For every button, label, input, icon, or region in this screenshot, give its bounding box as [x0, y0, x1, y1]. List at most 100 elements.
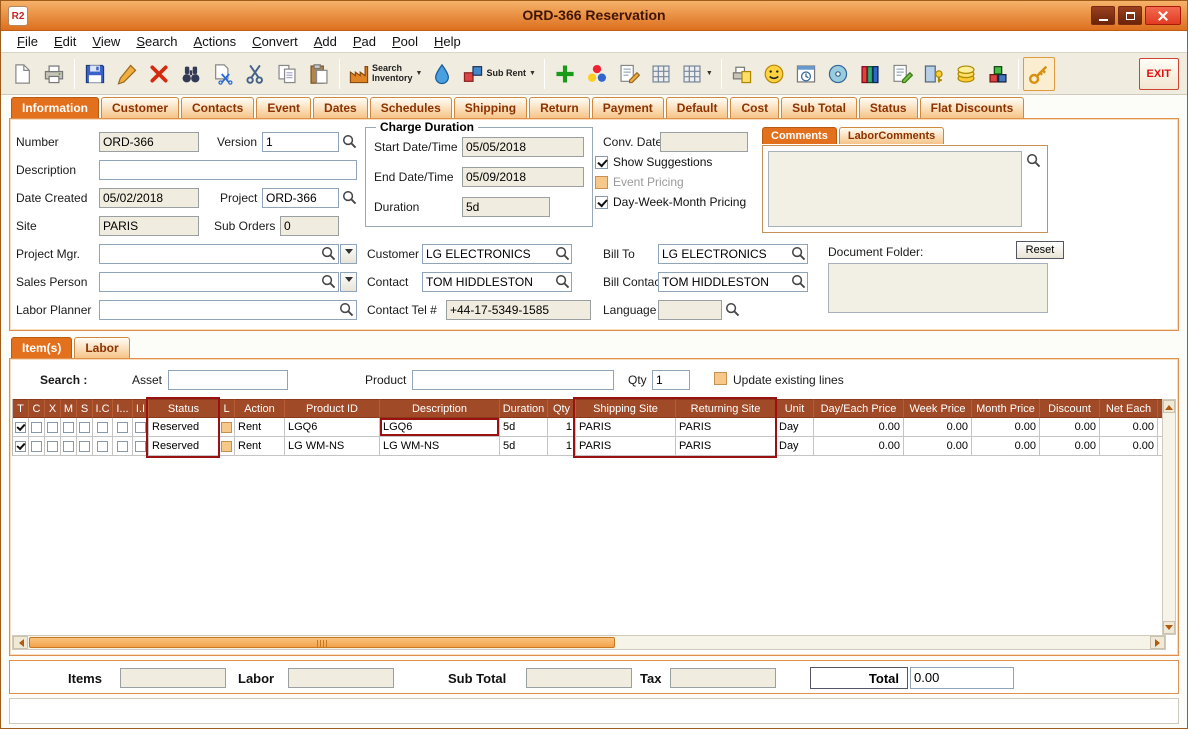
menu-item[interactable]: Pool: [384, 32, 426, 51]
row-checkbox[interactable]: [221, 440, 232, 452]
cell-net_each[interactable]: 0.00: [1100, 437, 1158, 456]
minimize-button[interactable]: [1091, 6, 1115, 25]
cell-ii[interactable]: [133, 418, 149, 437]
door-key-button[interactable]: [918, 57, 950, 91]
cell-week_price[interactable]: 0.00: [904, 437, 972, 456]
description-input[interactable]: [99, 160, 357, 180]
cell-s[interactable]: [77, 437, 93, 456]
document-folder-box[interactable]: [828, 263, 1048, 313]
labor-planner-input[interactable]: [99, 300, 357, 320]
labor-planner-search-icon[interactable]: [338, 301, 355, 318]
cell-ii[interactable]: [133, 437, 149, 456]
dropdown-arrow-icon[interactable]: ▼: [416, 70, 423, 77]
number-input[interactable]: ORD-366: [99, 132, 199, 152]
column-header[interactable]: I.C: [93, 399, 113, 418]
row-checkbox[interactable]: [31, 421, 42, 433]
menu-item[interactable]: Edit: [46, 32, 84, 51]
cell-l[interactable]: [219, 418, 235, 437]
comments-tab[interactable]: Comments: [762, 127, 837, 144]
cell-action[interactable]: Rent: [235, 437, 285, 456]
update-existing-lines-checkbox[interactable]: [714, 372, 727, 385]
sales-person-search-icon[interactable]: [320, 273, 337, 290]
row-checkbox[interactable]: [79, 421, 90, 433]
maximize-button[interactable]: [1118, 6, 1142, 25]
site-input[interactable]: PARIS: [99, 216, 199, 236]
cell-qty[interactable]: 1: [548, 418, 576, 437]
cell-month_price[interactable]: 0.00: [972, 437, 1040, 456]
cell-product_id[interactable]: LG WM-NS: [285, 437, 380, 456]
cell-week_price[interactable]: 0.00: [904, 418, 972, 437]
tab[interactable]: Customer: [101, 97, 180, 118]
tab[interactable]: Labor: [74, 337, 130, 358]
column-header[interactable]: Product ID: [285, 399, 380, 418]
copy-button[interactable]: [271, 57, 303, 91]
customer-smiley-button[interactable]: [758, 57, 790, 91]
row-checkbox[interactable]: [63, 421, 74, 433]
catalog-books-button[interactable]: [854, 57, 886, 91]
cell-ic[interactable]: [93, 437, 113, 456]
menu-item[interactable]: View: [84, 32, 128, 51]
column-header[interactable]: Qty: [548, 399, 576, 418]
tab[interactable]: Schedules: [369, 97, 452, 118]
column-header[interactable]: Returning Site: [676, 399, 776, 418]
menu-item[interactable]: Actions: [186, 32, 245, 51]
comments-tab[interactable]: LaborComments: [838, 127, 945, 144]
paste-button[interactable]: [303, 57, 335, 91]
asset-input[interactable]: [168, 370, 288, 390]
item-row[interactable]: Reserved Rent LG WM-NS LG WM-NS 5d 1 PARIS PARI…: [13, 437, 1167, 456]
cell-net_each[interactable]: 0.00: [1100, 418, 1158, 437]
vertical-scrollbar[interactable]: [1162, 399, 1176, 635]
pad-menu-button[interactable]: ▼: [677, 57, 717, 91]
contact-input[interactable]: TOM HIDDLESTON: [422, 272, 572, 292]
row-checkbox[interactable]: [15, 421, 26, 433]
comments-textarea[interactable]: [768, 151, 1022, 227]
cell-x[interactable]: [45, 418, 61, 437]
menu-item[interactable]: Search: [128, 32, 185, 51]
tab[interactable]: Information: [11, 97, 99, 118]
cell-x[interactable]: [45, 437, 61, 456]
cell-status[interactable]: Reserved: [149, 437, 219, 456]
checkbox[interactable]: [595, 195, 608, 209]
project-mgr-search-icon[interactable]: [320, 245, 337, 262]
start-date-input[interactable]: 05/05/2018: [462, 137, 584, 157]
column-header[interactable]: Description: [380, 399, 500, 418]
cell-c[interactable]: [29, 418, 45, 437]
checkbox[interactable]: [595, 175, 608, 189]
row-checkbox[interactable]: [31, 440, 42, 452]
row-checkbox[interactable]: [117, 421, 128, 433]
pool-button[interactable]: [581, 57, 613, 91]
item-row[interactable]: Reserved Rent LGQ6 LGQ6 5d 1 PARIS PARIS Day 0.00…: [13, 418, 1167, 437]
cell-c[interactable]: [29, 437, 45, 456]
column-header[interactable]: Week Price: [904, 399, 972, 418]
tab[interactable]: Cost: [730, 97, 780, 118]
cut-button[interactable]: [239, 57, 271, 91]
tab[interactable]: Item(s): [11, 337, 73, 358]
column-header[interactable]: Net Each: [1100, 399, 1158, 418]
scroll-down-arrow[interactable]: [1163, 621, 1175, 634]
tab[interactable]: Default: [665, 97, 729, 118]
dropdown-arrow-icon[interactable]: ▼: [706, 70, 713, 77]
bill-to-input[interactable]: LG ELECTRONICS: [658, 244, 808, 264]
column-header[interactable]: Month Price: [972, 399, 1040, 418]
scroll-left-arrow[interactable]: [13, 636, 28, 649]
tab[interactable]: Status: [858, 97, 918, 118]
column-header[interactable]: X: [45, 399, 61, 418]
row-checkbox[interactable]: [79, 440, 90, 452]
date-created-input[interactable]: 05/02/2018: [99, 188, 199, 208]
cell-day_each_price[interactable]: 0.00: [814, 437, 904, 456]
duration-input[interactable]: 5d: [462, 197, 550, 217]
customer-search-icon[interactable]: [554, 245, 571, 262]
project-input[interactable]: ORD-366: [262, 188, 339, 208]
column-header[interactable]: Discount: [1040, 399, 1100, 418]
contact-search-icon[interactable]: [554, 273, 571, 290]
column-header[interactable]: Shipping Site: [576, 399, 676, 418]
qty-input[interactable]: 1: [652, 370, 690, 390]
product-input[interactable]: [412, 370, 614, 390]
bill-contact-input[interactable]: TOM HIDDLESTON: [658, 272, 808, 292]
column-header[interactable]: Duration: [500, 399, 548, 418]
add-line-button[interactable]: [549, 57, 581, 91]
bill-contact-search-icon[interactable]: [790, 273, 807, 290]
project-mgr-dropdown-button[interactable]: [340, 244, 357, 264]
cell-unit[interactable]: Day: [776, 418, 814, 437]
search-inventory-button[interactable]: Search Inventory ▼: [344, 57, 426, 91]
